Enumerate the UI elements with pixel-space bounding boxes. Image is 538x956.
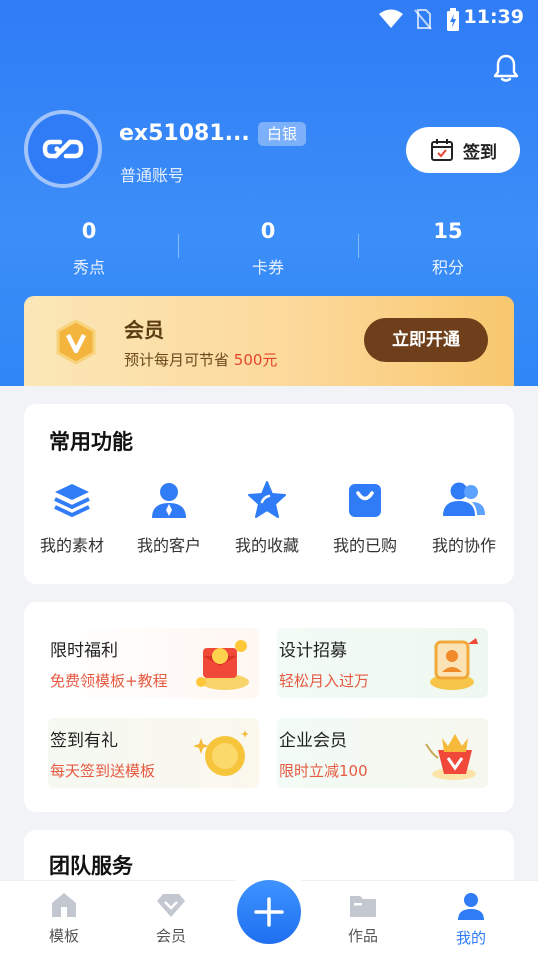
folder-icon [350,896,376,917]
vip-desc-prefix: 预计每月可节省 [124,351,234,369]
plus-icon [254,897,284,927]
promo-title: 限时福利 [50,641,118,661]
stat-label: 秀点 [72,258,105,277]
promo-title: 设计招募 [279,641,347,661]
no-sim-icon [414,9,432,30]
status-bar: 11:39 [0,0,538,36]
calendar-icon [431,139,453,161]
divider [178,234,179,258]
account-type: 普通账号 [120,166,185,185]
stat-value: 15 [433,219,463,243]
vip-banner[interactable]: 会员 预计每月可节省 500元 立即开通 [24,296,514,386]
func-my-purchased[interactable]: 我的已购 [317,480,413,556]
stat-label: 卡券 [251,258,284,277]
common-functions-card: 常用功能 我的素材 我的客户 我的收藏 我的已购 我的协作 [24,404,514,584]
func-my-customers[interactable]: 我的客户 [121,480,217,556]
promo-limited-welfare[interactable]: 限时福利 免费领模板+教程 [48,628,259,698]
designer-icon [430,638,478,690]
stat-points[interactable]: 15 积分 [388,216,508,278]
username: ex51081... [119,121,250,146]
func-my-materials[interactable]: 我的素材 [24,480,120,556]
notification-bell-icon[interactable] [490,52,522,84]
promo-enterprise-vip[interactable]: 企业会员 限时立减100 [277,718,488,788]
promotions-card: 限时福利 免费领模板+教程 设计招募 轻松月入过万 签到有礼 每天签到送模板 企… [24,602,514,812]
customer-icon [152,483,186,518]
signin-label: 签到 [463,142,497,163]
tab-label: 会员 [155,927,186,945]
promo-designer-recruit[interactable]: 设计招募 轻松月入过万 [277,628,488,698]
shopping-bag-icon [349,484,381,517]
status-time: 11:39 [463,6,524,28]
enterprise-gift-icon [425,734,476,780]
tab-label: 作品 [347,927,378,945]
vip-badge-icon [56,319,96,365]
layers-icon [54,484,90,517]
promo-signin-gift[interactable]: 签到有礼 每天签到送模板 [48,718,259,788]
signin-button[interactable]: 签到 [406,127,520,173]
tab-works[interactable]: 作品 [323,891,403,946]
stat-value: 0 [81,219,97,243]
create-button[interactable] [237,880,301,944]
home-icon [52,893,76,917]
tab-vip[interactable]: 会员 [131,891,211,946]
wifi-icon [379,9,403,28]
stat-value: 0 [260,219,276,243]
vip-desc-amount: 500元 [233,351,278,369]
stat-coupon[interactable]: 0 卡券 [208,216,328,278]
divider [358,234,359,258]
section-title: 常用功能 [49,430,133,454]
promo-title: 签到有礼 [50,731,118,751]
promo-subtitle: 轻松月入过万 [279,672,370,690]
func-label: 我的已购 [332,536,397,555]
stat-xiudian[interactable]: 0 秀点 [29,216,149,278]
promo-subtitle: 限时立减100 [279,762,368,780]
brand-logo-icon [42,139,84,159]
func-my-favorites[interactable]: 我的收藏 [219,480,315,556]
func-label: 我的客户 [136,536,201,555]
func-label: 我的协作 [431,536,496,555]
vip-title: 会员 [124,318,164,342]
section-title: 团队服务 [49,854,133,878]
free-gift-icon [196,640,249,690]
diamond-icon [157,894,185,917]
stat-label: 积分 [431,258,464,277]
promo-subtitle: 免费领模板+教程 [50,672,168,690]
func-label: 我的收藏 [234,536,299,555]
star-icon [248,481,286,518]
user-icon [458,893,484,920]
vip-description: 预计每月可节省 500元 [124,349,277,370]
collaboration-icon [443,482,485,516]
coin-icon [193,730,249,776]
tab-label: 我的 [455,929,486,947]
promo-title: 企业会员 [279,731,347,751]
tab-templates[interactable]: 模板 [24,891,104,946]
stats-row: 0 秀点 0 卡券 15 积分 [0,216,538,286]
tier-badge: 白银 [258,122,307,146]
promo-subtitle: 每天签到送模板 [50,762,156,780]
battery-charging-icon [447,8,459,31]
avatar[interactable] [24,110,102,188]
vip-open-button[interactable]: 立即开通 [364,318,488,362]
tab-label: 模板 [48,927,79,945]
tab-mine[interactable]: 我的 [431,891,511,948]
func-my-collaboration[interactable]: 我的协作 [416,480,512,556]
func-label: 我的素材 [39,536,104,555]
